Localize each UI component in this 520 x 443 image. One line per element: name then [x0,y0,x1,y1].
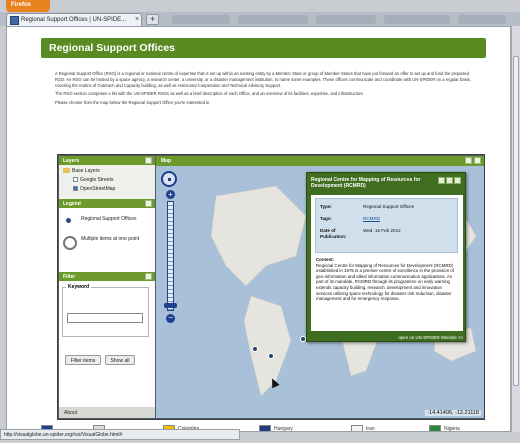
office-marker[interactable] [268,353,274,359]
field-key: Date of Publication: [320,228,347,239]
flag-icon [259,425,271,431]
field-key: Type: [320,204,332,209]
legend: Regional Support Offices Multiple items … [59,208,155,272]
firefox-menu-button[interactable]: Firefox [6,0,50,12]
popup-body: Type: Regional Support Offices Tags: RCM… [311,195,463,331]
field-value: Wed, 15 Feb 2012 [363,228,401,233]
layer-label: Google Streets [80,177,114,183]
tab-strip: Regional Support Offices | UN-SPIDE... ×… [0,12,520,26]
layers-title: Layers [63,158,80,164]
tab-active[interactable]: Regional Support Offices | UN-SPIDE... × [6,13,142,26]
tab-inactive[interactable] [458,15,506,24]
status-bar: http://visualglobe.un-spider.org/rso/Vis… [0,429,240,440]
tab-inactive[interactable] [238,15,308,24]
popup-minimize-icon[interactable] [438,177,445,184]
tab-inactive[interactable] [384,15,450,24]
legend-label: Multiple items at one point [81,236,140,242]
flag-label: Iran [366,425,375,432]
filter-title: Filter [63,274,76,280]
scrollbar-thumb[interactable] [513,56,519,386]
new-tab-button[interactable]: + [146,14,159,25]
map-header: Map [156,156,484,166]
page-title: Regional Support Offices [41,38,486,58]
legend-panel-header[interactable]: Legend [59,199,155,208]
base-layers-node[interactable]: Base Layers [63,168,100,174]
help-icon[interactable] [465,157,472,164]
folder-icon [63,168,70,174]
radio-icon[interactable] [73,186,78,192]
filter-panel-header[interactable]: Filter [59,272,155,281]
collapse-icon[interactable] [145,200,152,207]
tab-title: Regional Support Offices | UN-SPIDE... [21,17,127,23]
about-link[interactable]: About [59,407,155,418]
zoom-in-button[interactable]: + [166,190,175,199]
pan-control-icon[interactable] [161,171,177,187]
radio-icon[interactable] [73,177,78,183]
flag-label: Nigeria [444,425,460,432]
open-website-link[interactable]: open on UN-SPIDER Website >> [398,335,463,340]
tab-inactive[interactable] [316,15,376,24]
intro-paragraph: The RSO section comprises a list with th… [55,91,364,97]
collapse-icon[interactable] [145,273,152,280]
show-all-button[interactable]: Show all [105,355,135,365]
content-text: Regional Centre for Mapping of Resources… [316,262,454,302]
coordinate-readout: -14.41406, -12.21118 [425,410,481,416]
left-panel: Layers Base Layers Google Streets OpenSt… [59,156,155,418]
keyword-label: Keyword [66,284,92,290]
intro-paragraph: A Regional Support Office (RSO) is a reg… [55,71,471,88]
zoom-out-button[interactable]: − [166,314,175,323]
map-canvas[interactable]: Map + − Regional Centre for Mapping of R… [156,156,484,418]
field-key: Tags: [320,216,332,221]
popup-maximize-icon[interactable] [446,177,453,184]
legend-label: Regional Support Offices [81,216,137,222]
flag-item[interactable]: Nigeria [429,425,460,432]
popup-content: Content: Regional Centre for Mapping of … [316,257,458,302]
flag-item[interactable]: Iran [351,425,375,432]
flag-label: Hungary [274,425,293,432]
zoom-slider-handle[interactable] [164,303,177,308]
flag-item[interactable]: Hungary [259,425,293,432]
zoom-slider-track[interactable] [167,201,174,311]
layer-label: OpenStreetMap [80,186,116,192]
filter-form: Keyword Filter items Show all [59,281,155,379]
flag-icon [351,425,363,431]
layers-tree: Base Layers Google Streets OpenStreetMap [59,165,155,199]
intro-paragraph: Please choose from the map below the Reg… [55,100,211,106]
base-layers-label: Base Layers [72,168,100,174]
keyword-fieldset: Keyword [62,284,149,337]
popup-title: Regional Centre for Mapping of Resources… [311,177,421,189]
popup-fields: Type: Regional Support Offices Tags: RCM… [315,198,458,253]
popup-close-icon[interactable] [454,177,461,184]
field-value: Regional Support Offices [363,204,414,209]
cluster-icon [63,236,77,250]
legend-title: Legend [63,201,81,207]
maximize-icon[interactable] [474,157,481,164]
tag-link[interactable]: RCMRD [363,216,380,221]
layers-panel-header[interactable]: Layers [59,156,155,165]
layer-openstreetmap[interactable]: OpenStreetMap [73,186,115,192]
tab-inactive[interactable] [172,15,230,24]
tab-close-icon[interactable]: × [135,16,139,23]
keyword-input[interactable] [67,313,143,323]
flag-icon [429,425,441,431]
page-scrollbar[interactable] [511,26,520,432]
filter-items-button[interactable]: Filter items [65,355,101,365]
favicon-icon [10,16,19,25]
map-title: Map [161,158,171,164]
intro-text: A Regional Support Office (RSO) is a reg… [55,71,475,109]
office-marker-icon [66,218,71,223]
office-marker[interactable] [252,346,258,352]
collapse-icon[interactable] [145,157,152,164]
info-popup: Regional Centre for Mapping of Resources… [306,172,466,342]
layer-google-streets[interactable]: Google Streets [73,177,113,183]
page-viewport: Regional Support Offices A Regional Supp… [6,26,511,432]
